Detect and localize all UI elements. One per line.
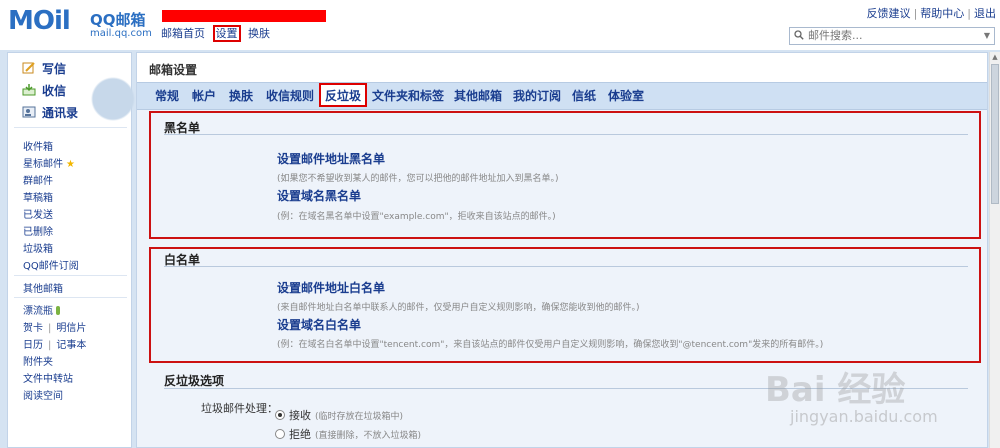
- folder-other-mailboxes[interactable]: 其他邮箱: [23, 280, 63, 295]
- folder-group-mail[interactable]: 群邮件: [23, 172, 53, 187]
- set-address-whitelist-link[interactable]: 设置邮件地址白名单: [277, 279, 385, 296]
- folder-starred-label: 星标邮件: [23, 159, 63, 170]
- app-postcard[interactable]: 明信片: [56, 323, 86, 334]
- tab-stationery[interactable]: 信纸: [572, 87, 596, 104]
- sidebar-decoration: [78, 71, 138, 126]
- nav-skin[interactable]: 换肤: [248, 27, 270, 40]
- folder-starred[interactable]: 星标邮件 ★: [23, 155, 75, 170]
- divider: |: [48, 323, 52, 334]
- address-book-icon: [22, 106, 36, 118]
- folder-qq-subscriptions[interactable]: QQ邮件订阅: [23, 257, 79, 272]
- chevron-down-icon[interactable]: ▼: [984, 31, 990, 40]
- watermark-url: jingyan.baidu.com: [790, 407, 938, 426]
- nav-settings[interactable]: 设置: [212, 25, 241, 42]
- logout-link[interactable]: 退出: [974, 7, 996, 20]
- spam-handling-label: 垃圾邮件处理：: [201, 402, 278, 415]
- spam-accept-radio[interactable]: 接收 (临时存放在垃圾箱中): [275, 407, 403, 423]
- drift-bottle-label: 漂流瓶: [23, 306, 53, 317]
- whitelist-section: 白名单 设置邮件地址白名单 (来自邮件地址白名单中联系人的邮件，仅受用户自定义规…: [149, 247, 981, 363]
- spam-accept-label: 接收: [289, 409, 311, 422]
- spam-reject-radio[interactable]: 拒绝 (直接删除，不放入垃圾箱): [275, 426, 421, 442]
- inbox-icon: [22, 84, 36, 96]
- page-title: 邮箱设置: [149, 63, 198, 77]
- tab-skin[interactable]: 换肤: [229, 87, 253, 104]
- divider: [164, 134, 968, 135]
- blacklist-section: 黑名单 设置邮件地址黑名单 (如果您不希望收到某人的邮件，您可以把他的邮件地址加…: [149, 111, 981, 239]
- app-notes[interactable]: 记事本: [56, 340, 86, 351]
- divider: |: [913, 7, 918, 20]
- app-calendar[interactable]: 日历: [23, 340, 43, 351]
- radio-selected-icon: [275, 410, 285, 420]
- receive-label: 收信: [42, 84, 67, 98]
- spam-accept-note: (临时存放在垃圾箱中): [315, 412, 404, 422]
- divider: [14, 297, 127, 298]
- pencil-icon: [22, 62, 35, 74]
- anti-spam-options-title: 反垃圾选项: [164, 374, 225, 388]
- qq-mail-logo[interactable]: MOil QQ邮箱 mail.qq.com: [8, 6, 152, 39]
- tab-accounts[interactable]: 帐户: [192, 87, 216, 104]
- redacted-account-name: [162, 10, 326, 22]
- folder-inbox[interactable]: 收件箱: [23, 138, 53, 153]
- address-whitelist-desc: (来自邮件地址白名单中联系人的邮件，仅受用户自定义规则影响，确保您能收到他的邮件…: [277, 303, 640, 313]
- tab-folders-labels[interactable]: 文件夹和标签: [372, 87, 444, 104]
- search-icon: [794, 30, 804, 40]
- tab-other-mailboxes[interactable]: 其他邮箱: [454, 87, 502, 104]
- domain-whitelist-desc: (例：在域名白名单中设置"tencent.com"，来自该站点的邮件仅受用户自定…: [277, 340, 824, 350]
- tab-rules[interactable]: 收信规则: [266, 87, 314, 104]
- tab-general[interactable]: 常规: [155, 87, 179, 104]
- set-domain-whitelist-link[interactable]: 设置域名白名单: [277, 316, 361, 333]
- top-links: 反馈建议 | 帮助中心 | 退出: [867, 5, 996, 21]
- settings-tabs: 常规 帐户 换肤 收信规则 反垃圾 文件夹和标签 其他邮箱 我的订阅 信纸 体验…: [137, 82, 987, 110]
- logo-wordmark: MOil: [8, 6, 71, 36]
- top-nav: 邮箱首页 设置 换肤: [161, 25, 274, 42]
- radio-unselected-icon: [275, 429, 285, 439]
- help-link[interactable]: 帮助中心: [920, 7, 964, 20]
- logo-brand: QQ邮箱: [90, 11, 146, 29]
- set-address-blacklist-link[interactable]: 设置邮件地址黑名单: [277, 150, 385, 167]
- divider: [14, 275, 127, 276]
- set-domain-blacklist-link[interactable]: 设置域名黑名单: [277, 187, 361, 204]
- divider: |: [967, 7, 971, 20]
- spam-reject-note: (直接删除，不放入垃圾箱): [315, 431, 422, 441]
- scroll-up-icon[interactable]: ▲: [990, 52, 1000, 62]
- compose-label: 写信: [42, 62, 67, 76]
- address-blacklist-desc: (如果您不希望收到某人的邮件，您可以把他的邮件地址加入到黑名单。): [277, 174, 559, 184]
- compose-button[interactable]: 写信: [22, 60, 66, 77]
- tab-labs[interactable]: 体验室: [608, 87, 644, 104]
- domain-blacklist-desc: (例：在域名黑名单中设置"example.com"，拒收来自该站点的邮件。): [277, 212, 556, 222]
- folder-drafts[interactable]: 草稿箱: [23, 189, 53, 204]
- search-input[interactable]: [808, 29, 976, 42]
- star-icon: ★: [66, 159, 75, 170]
- tab-anti-spam[interactable]: 反垃圾: [319, 83, 368, 107]
- tab-subscriptions[interactable]: 我的订阅: [513, 87, 561, 104]
- app-reading-space[interactable]: 阅读空间: [23, 387, 63, 402]
- page-scrollbar[interactable]: ▲: [989, 52, 1000, 448]
- app-attachments[interactable]: 附件夹: [23, 353, 53, 368]
- inbox-check-button[interactable]: 收信: [22, 82, 66, 99]
- app-calendar-row: 日历 | 记事本: [23, 336, 86, 351]
- feedback-link[interactable]: 反馈建议: [867, 7, 911, 20]
- folder-sent[interactable]: 已发送: [23, 206, 53, 221]
- spam-reject-label: 拒绝: [289, 428, 311, 441]
- logo-domain: mail.qq.com: [90, 28, 152, 39]
- contacts-label: 通讯录: [42, 106, 79, 120]
- baidu-jingyan-watermark: Bai 经验: [765, 370, 906, 410]
- mail-search-box[interactable]: ▼: [789, 27, 995, 45]
- divider: |: [48, 340, 52, 351]
- app-file-transfer[interactable]: 文件中转站: [23, 370, 73, 385]
- app-card-row: 贺卡 | 明信片: [23, 319, 86, 334]
- sidebar: 写信 收信 通讯录 收件箱 星标邮件 ★ 群邮件 草稿箱 已发送 已删除 垃圾箱 …: [7, 52, 138, 448]
- bottle-icon: [56, 306, 60, 315]
- app-greeting-card[interactable]: 贺卡: [23, 323, 43, 334]
- nav-mailbox-home[interactable]: 邮箱首页: [161, 27, 205, 40]
- contacts-button[interactable]: 通讯录: [22, 104, 78, 121]
- top-bar: MOil QQ邮箱 mail.qq.com 邮箱首页 设置 换肤 反馈建议 | 帮助…: [0, 0, 1000, 50]
- app-drift-bottle[interactable]: 漂流瓶: [23, 302, 60, 317]
- folder-deleted[interactable]: 已删除: [23, 223, 53, 238]
- divider: [14, 127, 127, 128]
- folder-spam[interactable]: 垃圾箱: [23, 240, 53, 255]
- scrollbar-thumb[interactable]: [991, 64, 999, 204]
- divider: [164, 266, 968, 267]
